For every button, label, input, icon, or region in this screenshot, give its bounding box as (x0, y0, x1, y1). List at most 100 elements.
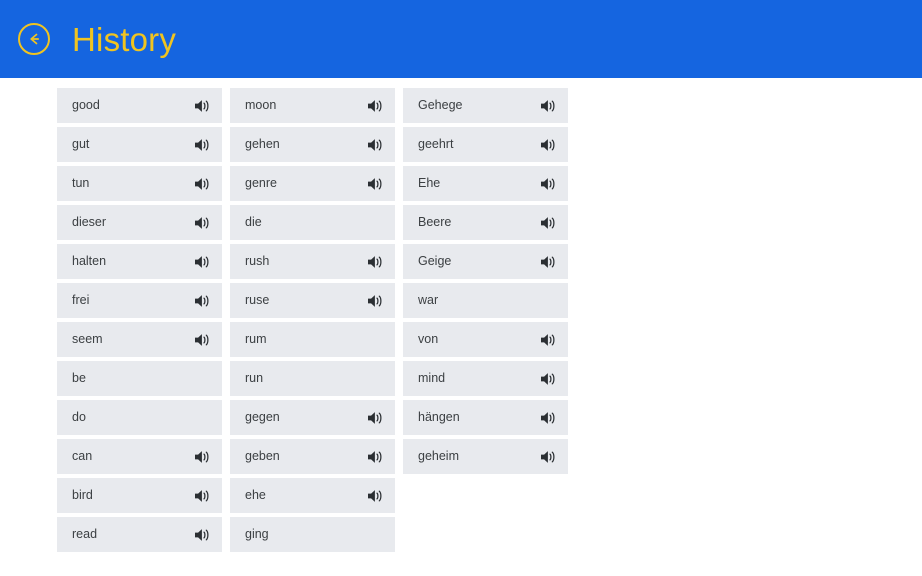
word-card-war[interactable]: war (403, 283, 568, 318)
word-label: Beere (418, 216, 452, 229)
word-card-ehe[interactable]: ehe (230, 478, 395, 513)
speaker-icon[interactable] (539, 449, 558, 465)
word-card-geben[interactable]: geben (230, 439, 395, 474)
speaker-icon[interactable] (539, 254, 558, 270)
word-label: geben (245, 450, 280, 463)
speaker-icon[interactable] (366, 98, 385, 114)
word-column-3: Gehege geehrt Ehe Beere Geige war von mi… (403, 88, 568, 552)
speaker-icon[interactable] (193, 293, 212, 309)
word-label: Ehe (418, 177, 441, 190)
speaker-icon[interactable] (539, 137, 558, 153)
word-card-Geige[interactable]: Geige (403, 244, 568, 279)
word-label: Geige (418, 255, 452, 268)
word-card-geehrt[interactable]: geehrt (403, 127, 568, 162)
word-label: die (245, 216, 262, 229)
word-card-Ehe[interactable]: Ehe (403, 166, 568, 201)
word-card-be[interactable]: be (57, 361, 222, 396)
word-card-die[interactable]: die (230, 205, 395, 240)
word-card-can[interactable]: can (57, 439, 222, 474)
word-card-rum[interactable]: rum (230, 322, 395, 357)
word-label: moon (245, 99, 277, 112)
speaker-icon[interactable] (366, 254, 385, 270)
word-card-gehen[interactable]: gehen (230, 127, 395, 162)
back-arrow-circle-icon[interactable] (18, 23, 50, 55)
word-label: mind (418, 372, 446, 385)
word-label: hängen (418, 411, 460, 424)
word-card-tun[interactable]: tun (57, 166, 222, 201)
word-label: rum (245, 333, 267, 346)
speaker-icon[interactable] (539, 98, 558, 114)
speaker-icon[interactable] (539, 215, 558, 231)
word-label: dieser (72, 216, 107, 229)
word-label: tun (72, 177, 90, 190)
word-card-halten[interactable]: halten (57, 244, 222, 279)
word-card-gegen[interactable]: gegen (230, 400, 395, 435)
word-card-mind[interactable]: mind (403, 361, 568, 396)
word-card-run[interactable]: run (230, 361, 395, 396)
word-card-gut[interactable]: gut (57, 127, 222, 162)
speaker-icon[interactable] (366, 176, 385, 192)
word-card-von[interactable]: von (403, 322, 568, 357)
speaker-icon[interactable] (539, 371, 558, 387)
word-label: read (72, 528, 98, 541)
history-list-content: good gut tun dieser halten frei seem be … (0, 78, 922, 576)
word-card-dieser[interactable]: dieser (57, 205, 222, 240)
word-label: rush (245, 255, 270, 268)
speaker-icon[interactable] (366, 293, 385, 309)
word-label: frei (72, 294, 90, 307)
word-label: geehrt (418, 138, 454, 151)
word-card-seem[interactable]: seem (57, 322, 222, 357)
word-card-hängen[interactable]: hängen (403, 400, 568, 435)
word-label: gehen (245, 138, 280, 151)
word-label: good (72, 99, 100, 112)
speaker-icon[interactable] (539, 332, 558, 348)
word-card-Gehege[interactable]: Gehege (403, 88, 568, 123)
word-card-ging[interactable]: ging (230, 517, 395, 552)
word-label: gegen (245, 411, 280, 424)
word-card-genre[interactable]: genre (230, 166, 395, 201)
speaker-icon[interactable] (193, 449, 212, 465)
word-label: ehe (245, 489, 266, 502)
speaker-icon[interactable] (193, 215, 212, 231)
word-card-do[interactable]: do (57, 400, 222, 435)
word-label: ging (245, 528, 269, 541)
word-columns: good gut tun dieser halten frei seem be … (57, 88, 568, 552)
speaker-icon[interactable] (193, 527, 212, 543)
word-label: seem (72, 333, 103, 346)
speaker-icon[interactable] (193, 254, 212, 270)
word-label: bird (72, 489, 93, 502)
word-card-rush[interactable]: rush (230, 244, 395, 279)
speaker-icon[interactable] (193, 332, 212, 348)
word-label: run (245, 372, 264, 385)
speaker-icon[interactable] (539, 176, 558, 192)
word-column-2: moon gehen genre die rush ruse rum run g… (230, 88, 395, 552)
word-label: ruse (245, 294, 270, 307)
speaker-icon[interactable] (366, 449, 385, 465)
word-label: gut (72, 138, 90, 151)
speaker-icon[interactable] (366, 410, 385, 426)
word-card-geheim[interactable]: geheim (403, 439, 568, 474)
word-column-1: good gut tun dieser halten frei seem be … (57, 88, 222, 552)
word-card-moon[interactable]: moon (230, 88, 395, 123)
speaker-icon[interactable] (366, 488, 385, 504)
page-title: History (72, 20, 177, 58)
word-card-Beere[interactable]: Beere (403, 205, 568, 240)
word-card-frei[interactable]: frei (57, 283, 222, 318)
speaker-icon[interactable] (193, 98, 212, 114)
word-label: do (72, 411, 86, 424)
speaker-icon[interactable] (193, 488, 212, 504)
word-card-good[interactable]: good (57, 88, 222, 123)
word-label: war (418, 294, 439, 307)
word-card-bird[interactable]: bird (57, 478, 222, 513)
word-card-read[interactable]: read (57, 517, 222, 552)
speaker-icon[interactable] (539, 410, 558, 426)
speaker-icon[interactable] (193, 176, 212, 192)
word-label: von (418, 333, 439, 346)
word-label: be (72, 372, 86, 385)
history-screen: History good gut tun dieser halten frei … (0, 0, 922, 576)
speaker-icon[interactable] (193, 137, 212, 153)
word-card-ruse[interactable]: ruse (230, 283, 395, 318)
app-header: History (0, 0, 922, 78)
word-label: genre (245, 177, 277, 190)
speaker-icon[interactable] (366, 137, 385, 153)
